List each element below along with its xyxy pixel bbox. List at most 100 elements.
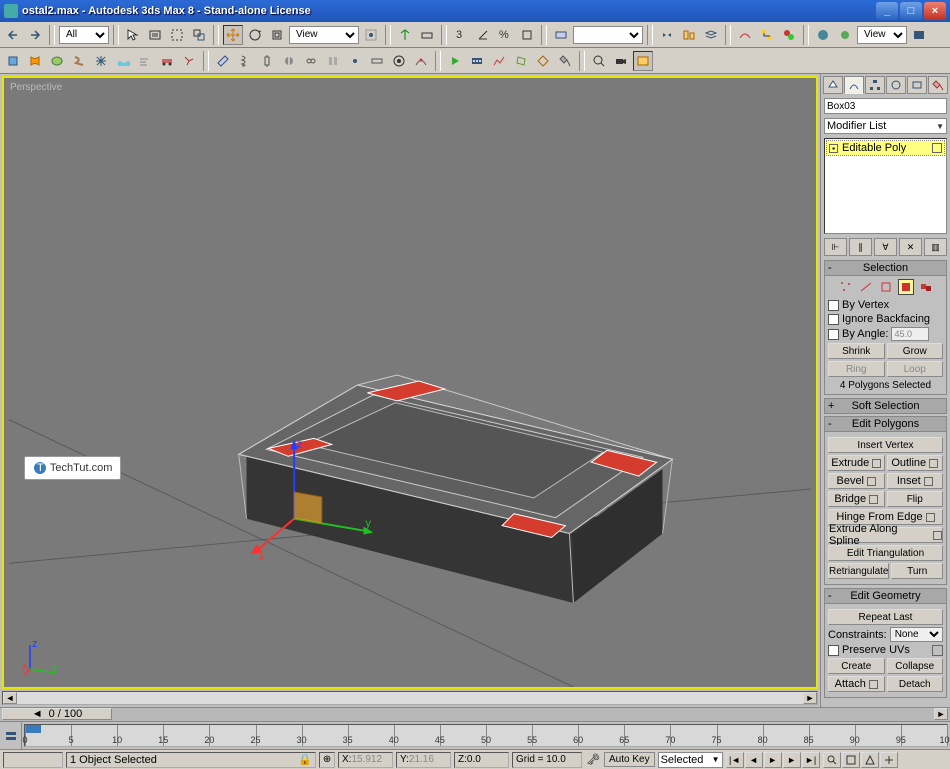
render-scene-icon[interactable] [813, 25, 833, 45]
rollout-edit-polygons-header[interactable]: -Edit Polygons [824, 416, 947, 432]
toy-car-icon[interactable] [157, 51, 177, 71]
schematic-icon[interactable] [757, 25, 777, 45]
point-path-icon[interactable] [411, 51, 431, 71]
tab-motion[interactable] [886, 76, 906, 94]
prev-frame-icon[interactable]: ◄ [745, 752, 763, 768]
tab-hierarchy[interactable] [865, 76, 885, 94]
wind-icon[interactable] [135, 51, 155, 71]
ignore-backfacing-checkbox[interactable] [828, 314, 839, 325]
safe-frame-icon[interactable] [633, 51, 653, 71]
tab-utilities[interactable] [928, 76, 948, 94]
key-filter-dropdown[interactable]: Selected [658, 752, 723, 768]
extrude-button[interactable]: Extrude [828, 455, 885, 471]
collapse-button[interactable]: Collapse [887, 658, 944, 674]
tab-create[interactable] [823, 76, 843, 94]
manipulate-icon[interactable] [395, 25, 415, 45]
hinge-settings-icon[interactable] [926, 513, 935, 522]
object-name-input[interactable] [824, 98, 947, 114]
rotate-icon[interactable] [245, 25, 265, 45]
quick-render-icon[interactable] [835, 25, 855, 45]
by-vertex-checkbox[interactable] [828, 300, 839, 311]
outline-settings-icon[interactable] [929, 459, 938, 468]
constraints-dropdown[interactable]: None [890, 627, 943, 642]
autokey-button[interactable]: Auto Key [604, 752, 655, 767]
unique-icon[interactable]: ∀ [874, 238, 897, 256]
subobj-edge-icon[interactable] [858, 279, 874, 295]
modifier-stack[interactable]: ▪ Editable Poly [824, 138, 947, 234]
bevel-button[interactable]: Bevel [828, 473, 885, 489]
turn-button[interactable]: Turn [891, 563, 943, 579]
nav-zoom-all-icon[interactable] [842, 752, 860, 768]
goto-start-icon[interactable]: |◄ [726, 752, 744, 768]
subobj-border-icon[interactable] [878, 279, 894, 295]
spring-icon[interactable] [235, 51, 255, 71]
select-name-icon[interactable] [145, 25, 165, 45]
viewport-hscroll[interactable]: ◄ ► [2, 691, 818, 705]
edit-tri-button[interactable]: Edit Triangulation [828, 545, 943, 561]
nav-zoom-icon[interactable] [823, 752, 841, 768]
bridge-settings-icon[interactable] [869, 495, 878, 504]
dashpot-icon[interactable] [257, 51, 277, 71]
convex-icon[interactable] [511, 51, 531, 71]
select-region-icon[interactable] [167, 25, 187, 45]
render-icon[interactable] [909, 25, 929, 45]
time-slider-next[interactable]: ► [934, 708, 948, 720]
move-icon[interactable] [223, 25, 243, 45]
bridge-button[interactable]: Bridge [828, 491, 885, 507]
retriangulate-button[interactable]: Retriangulate [828, 563, 889, 579]
tab-modify[interactable] [844, 76, 864, 94]
redo-icon[interactable] [25, 25, 45, 45]
spinner-snap-icon[interactable] [517, 25, 537, 45]
nav-pan-icon[interactable] [880, 752, 898, 768]
inset-settings-icon[interactable] [924, 477, 933, 486]
mesh-icon[interactable] [91, 51, 111, 71]
time-slider-track[interactable]: ◄ 0 / 100 ► [0, 707, 950, 721]
extrude-spline-settings-icon[interactable] [933, 531, 942, 540]
curve-editor-icon[interactable] [735, 25, 755, 45]
remove-mod-icon[interactable]: ✕ [899, 238, 922, 256]
scroll-left-icon[interactable]: ◄ [3, 692, 17, 704]
point-icon[interactable] [345, 51, 365, 71]
snap-3d-icon[interactable]: 3 [451, 25, 471, 45]
undo-icon[interactable] [3, 25, 23, 45]
viewport-perspective[interactable]: Perspective [2, 76, 818, 689]
rollout-soft-selection-header[interactable]: +Soft Selection [824, 398, 947, 414]
scale-icon[interactable] [267, 25, 287, 45]
rollout-selection-header[interactable]: -Selection [824, 260, 947, 276]
flip-button[interactable]: Flip [887, 491, 944, 507]
preserve-uvs-checkbox[interactable] [828, 645, 839, 656]
percent-snap-icon[interactable]: % [495, 25, 515, 45]
camera-icon[interactable] [611, 51, 631, 71]
rollout-edit-geometry-header[interactable]: -Edit Geometry [824, 588, 947, 604]
tab-display[interactable] [907, 76, 927, 94]
car-wheel-icon[interactable] [389, 51, 409, 71]
rigid-body-icon[interactable] [3, 51, 23, 71]
subobj-vertex-icon[interactable] [838, 279, 854, 295]
extrude-spline-button[interactable]: Extrude Along Spline [828, 527, 943, 543]
angle-snap-icon[interactable] [473, 25, 493, 45]
utilities-icon[interactable] [555, 51, 575, 71]
create-anim-icon[interactable] [467, 51, 487, 71]
modifier-list-dropdown[interactable]: Modifier List [824, 118, 947, 134]
timeline-ruler[interactable]: 0510152025303540455055606570758085909510… [24, 724, 948, 747]
keyboard-icon[interactable] [417, 25, 437, 45]
timeline-current-frame[interactable] [25, 725, 41, 733]
time-slider-thumb[interactable]: ◄ 0 / 100 [2, 708, 112, 720]
maximize-button[interactable]: □ [900, 2, 922, 20]
subobj-polygon-icon[interactable] [898, 279, 914, 295]
subobj-element-icon[interactable] [918, 279, 934, 295]
close-button[interactable]: × [924, 2, 946, 20]
coord-y[interactable]: Y: [396, 752, 451, 768]
fracture-icon[interactable] [179, 51, 199, 71]
show-end-icon[interactable]: ∥ [849, 238, 872, 256]
water-icon[interactable] [113, 51, 133, 71]
shrink-button[interactable]: Shrink [828, 343, 885, 359]
nav-fov-icon[interactable] [861, 752, 879, 768]
attach-button[interactable]: Attach [828, 676, 885, 692]
render-preset-dropdown[interactable]: View [857, 26, 907, 44]
play-icon[interactable]: ► [764, 752, 782, 768]
ref-coord-dropdown[interactable]: View [289, 26, 359, 44]
minimize-button[interactable]: _ [876, 2, 898, 20]
attach-list-icon[interactable] [869, 680, 878, 689]
layers-icon[interactable] [701, 25, 721, 45]
